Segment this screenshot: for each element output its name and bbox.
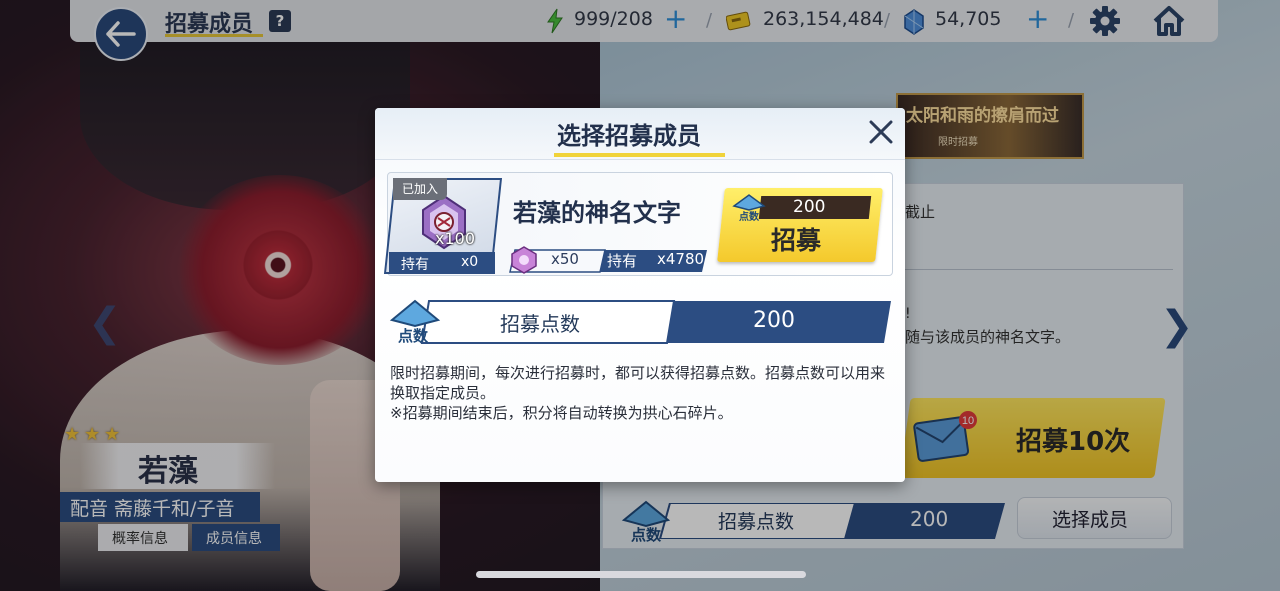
dialog-title-underline <box>554 153 725 157</box>
item-holding-label: 持有 <box>401 257 429 273</box>
joined-badge: 已加入 <box>393 178 447 200</box>
item-holding-value: x0 <box>461 254 479 270</box>
recruit-points-label: 招募点数 <box>500 312 580 336</box>
exchange-cost-quantity: x50 <box>551 250 579 268</box>
fragment-gem-icon <box>511 246 537 274</box>
member-item-name: 若藻的神名文字 <box>513 199 681 227</box>
recruit-points-bar <box>420 300 891 344</box>
dialog-title: 选择招募成员 <box>557 122 701 150</box>
description-line: 换取指定成员。 <box>390 384 496 402</box>
fragment-holding-label: 持有 <box>607 252 638 270</box>
points-icon-label: 点数 <box>398 327 429 344</box>
description-line: ※招募期间结束后，积分将自动转换为拱心石碎片。 <box>390 404 733 422</box>
home-indicator[interactable] <box>476 571 806 578</box>
recruit-description: 限时招募期间，每次进行招募时，都可以获得招募点数。招募点数可以用来 换取指定成员… <box>390 363 900 423</box>
points-ticket-icon: 点数 <box>389 299 441 344</box>
recruit-button-label: 招募 <box>771 226 822 255</box>
select-recruit-member-dialog: 选择招募成员 已加入 x100 持有 x0 若藻的神名文字 x50 持有 x47… <box>375 108 905 482</box>
recruit-cost-value: 200 <box>793 197 826 217</box>
recruit-points-value: 200 <box>753 308 795 333</box>
ticket-icon-label: 点数 <box>739 210 760 222</box>
item-quantity: x100 <box>435 229 476 248</box>
fragment-holding-value: x4780 <box>657 250 705 268</box>
points-ticket-icon: 点数 <box>732 194 766 222</box>
close-icon[interactable] <box>865 116 897 148</box>
description-line: 限时招募期间，每次进行招募时，都可以获得招募点数。招募点数可以用来 <box>390 364 886 382</box>
